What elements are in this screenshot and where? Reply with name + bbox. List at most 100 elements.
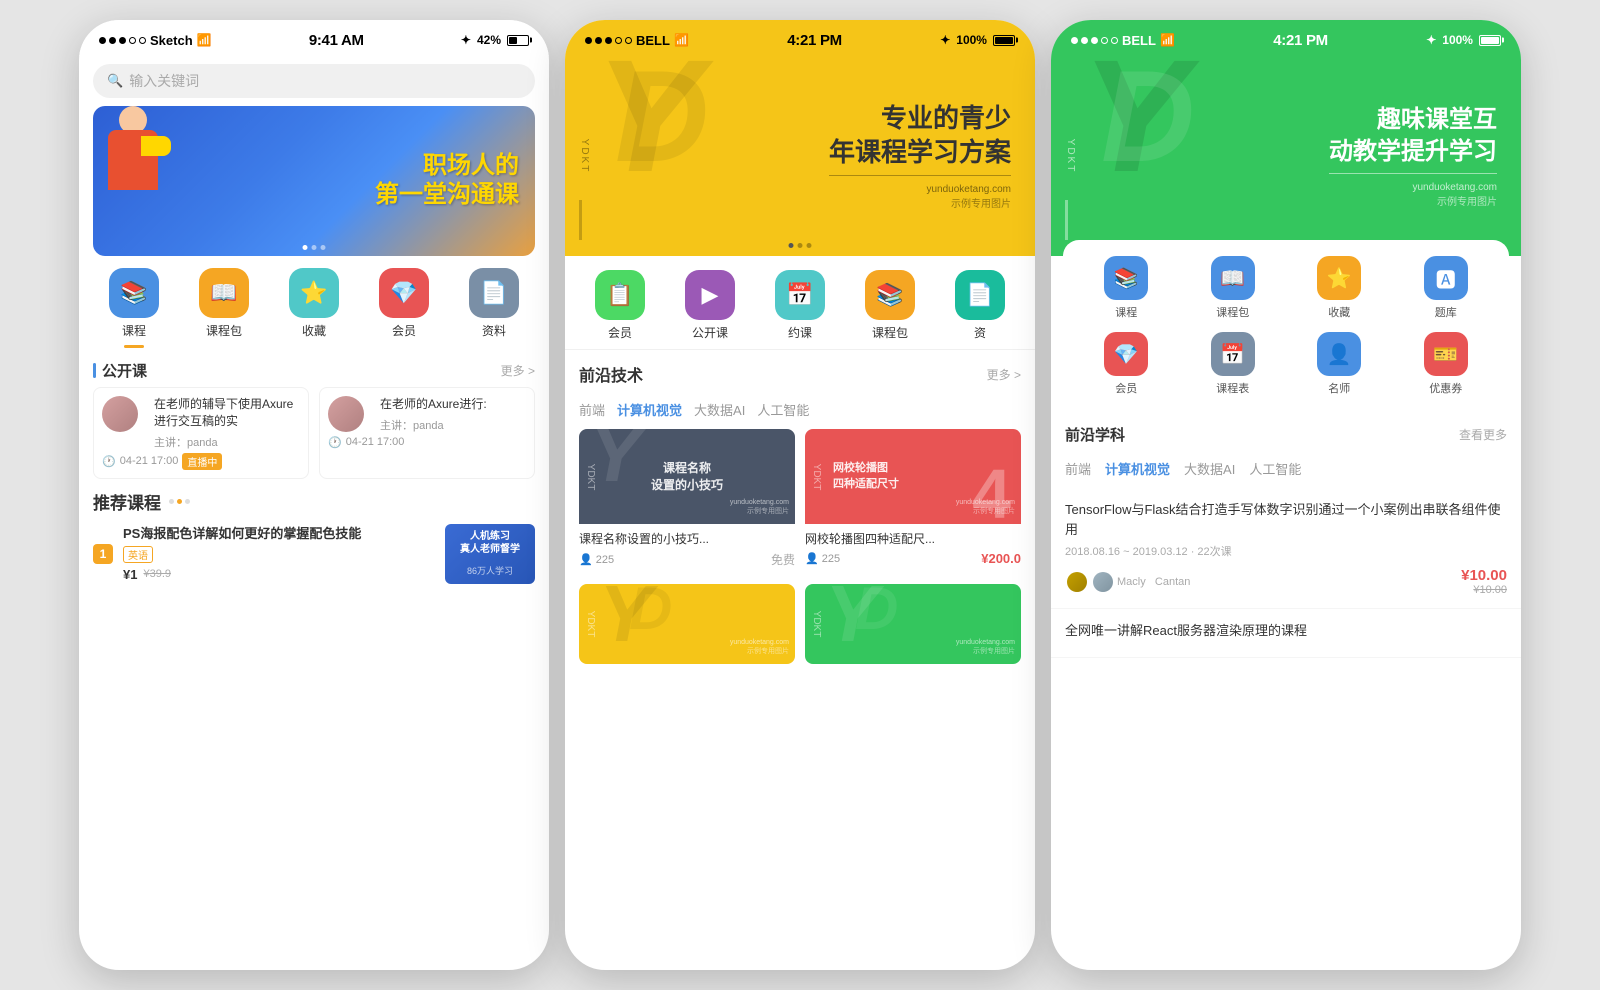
p2-icon-label-pkg: 课程包: [872, 324, 908, 341]
thumb-url-2: yunduoketang.com: [956, 499, 1015, 506]
course-list-item-2[interactable]: 全网唯一讲解React服务器渲染原理的课程: [1051, 609, 1521, 658]
p3-more[interactable]: 查看更多: [1459, 426, 1507, 443]
icon-item-package[interactable]: 📖 课程包: [194, 268, 254, 348]
p3-icon-course[interactable]: 📚 课程: [1091, 256, 1161, 320]
p3-filter-tabs: 前端 计算机视觉 大数据AI 人工智能: [1051, 459, 1521, 478]
icon-item-course[interactable]: 📚 课程: [104, 268, 164, 348]
battery-fill-3: [1481, 37, 1499, 44]
card-title-1: 在老师的辅导下使用Axure进行交互稿的实: [154, 396, 300, 430]
p3-icon-pkg[interactable]: 📖 课程包: [1198, 256, 1268, 320]
p2-icon-label-member: 会员: [608, 324, 632, 341]
cli-avatar-inner-2: [1093, 572, 1113, 592]
grid-students-1: 👤 225: [579, 553, 614, 566]
icon-item-collect[interactable]: ⭐ 收藏: [284, 268, 344, 348]
phone2-content: Y D YDKT 专业的青少 年课程学习方案 yunduoketang.com …: [565, 56, 1035, 970]
card-avatar-1: [102, 396, 138, 432]
p3-icon-question[interactable]: 🅰 题库: [1411, 256, 1481, 320]
icon-label-collect: 收藏: [302, 322, 326, 339]
p2-icon-material[interactable]: 📄 资: [950, 270, 1010, 341]
signal-dot-2-3: [605, 37, 612, 44]
recommend-item-1[interactable]: 1 PS海报配色详解如何更好的掌握配色技能 英语 ¥1 ¥39.9 人机练习真人…: [93, 524, 535, 584]
p3-circle-member: 💎: [1104, 332, 1148, 376]
cli-price-new-1: ¥10.00: [1461, 567, 1507, 584]
banner-2: Y D YDKT 专业的青少 年课程学习方案 yunduoketang.com …: [565, 56, 1035, 256]
p2-icon-open[interactable]: ▶ 公开课: [680, 270, 740, 341]
thumb-sample-3: 示例专用图片: [747, 646, 789, 656]
p3-icon-member[interactable]: 💎 会员: [1091, 332, 1161, 396]
p3-icon-schedule[interactable]: 📅 课程表: [1198, 332, 1268, 396]
grid-thumb-3: YDKT Y D yunduoketang.com 示例专用图片: [579, 584, 795, 664]
cli-avatar-inner-1: [1067, 572, 1087, 592]
p3-section: 前沿学科 查看更多: [1051, 412, 1521, 459]
filter-tab-2-0[interactable]: 前端: [579, 400, 605, 419]
phone3-icon-row-1: 📚 课程 📖 课程包 ⭐ 收藏 🅰 题库: [1073, 256, 1499, 320]
p3-circle-question: 🅰: [1424, 256, 1468, 300]
filter-tab-2-2[interactable]: 大数据AI: [694, 400, 745, 419]
time-text-2: 04-21 17:00: [346, 436, 405, 448]
banner1-line1: 职场人的: [375, 152, 519, 181]
phone3-icon-row-2: 💎 会员 📅 课程表 👤 名师 🎫 优惠券: [1073, 332, 1499, 396]
bluetooth-icon-1: ✦: [461, 33, 471, 47]
grid-card-3[interactable]: YDKT Y D yunduoketang.com 示例专用图片: [579, 584, 795, 664]
rec-dot-3: [185, 499, 190, 504]
status-right-1: ✦ 42%: [461, 33, 529, 47]
p3-circle-teacher: 👤: [1317, 332, 1361, 376]
p2-icon-circle-book: 📅: [775, 270, 825, 320]
banner-person: [93, 106, 173, 226]
p3-filter-tab-0[interactable]: 前端: [1065, 459, 1091, 478]
banner2-title1: 专业的青少: [829, 102, 1011, 136]
p2-more-link[interactable]: 更多 >: [987, 366, 1021, 383]
banner3-text: 趣味课堂互 动教学提升学习 yunduoketang.com 示例专用图片: [1329, 104, 1497, 207]
grid-card-1[interactable]: YDKT Y 课程名称设置的小技巧 yunduoketang.com 示例专用图…: [579, 429, 795, 574]
banner1-dots: [303, 245, 326, 250]
course-card-2[interactable]: 在老师的Axure进行: 主讲：panda 🕐 04-21 17:00: [319, 387, 535, 479]
p2-icon-circle-pkg: 📚: [865, 270, 915, 320]
p3-icon-collect[interactable]: ⭐ 收藏: [1304, 256, 1374, 320]
filter-tab-2-1[interactable]: 计算机视觉: [617, 400, 682, 419]
p3-label-question: 题库: [1435, 304, 1457, 320]
banner2-line: [579, 200, 582, 240]
p2-icon-member[interactable]: 📋 会员: [590, 270, 650, 341]
battery-pct-1: 42%: [477, 33, 501, 47]
p2-section-header: 前沿技术 更多 >: [579, 362, 1021, 386]
price-old: ¥39.9: [143, 568, 171, 580]
p2-icon-book[interactable]: 📅 约课: [770, 270, 830, 341]
cli-avatar-1: [1065, 570, 1089, 594]
p3-label-coupon: 优惠券: [1429, 380, 1462, 396]
signal-dot-3-1: [1071, 37, 1078, 44]
signal-dot-3: [119, 37, 126, 44]
course-card-1[interactable]: 在老师的辅导下使用Axure进行交互稿的实 主讲：panda 🕐 04-21 1…: [93, 387, 309, 479]
thumb-url-3: yunduoketang.com: [730, 639, 789, 646]
more-link-1[interactable]: 更多 >: [501, 362, 535, 379]
p3-icon-teacher[interactable]: 👤 名师: [1304, 332, 1374, 396]
icon-item-member[interactable]: 💎 会员: [374, 268, 434, 348]
thumb-d4: D: [855, 584, 898, 639]
recommend-section: 推荐课程 1 PS海报配色详解如何更好的掌握配色技能 英语 ¥1 ¥39.9: [79, 479, 549, 594]
thumb-sample-2: 示例专用图片: [973, 506, 1015, 516]
grid-meta-2: 👤 225 ¥200.0: [805, 551, 1021, 566]
banner2-text: 专业的青少 年课程学习方案 yunduoketang.com 示例专用图片: [829, 102, 1011, 211]
p2-icon-label-material: 资: [974, 324, 986, 341]
banner3-line: [1065, 200, 1068, 240]
grid-card-4[interactable]: YDKT Y D yunduoketang.com 示例专用图片: [805, 584, 1021, 664]
status-right-2: ✦ 100%: [940, 33, 1015, 47]
icon-label-course: 课程: [122, 322, 146, 339]
p3-filter-tab-2[interactable]: 大数据AI: [1184, 459, 1235, 478]
battery-pct-3: 100%: [1442, 33, 1473, 47]
search-bar[interactable]: 🔍 输入关键词: [93, 64, 535, 98]
grid-card-2[interactable]: YDKT 4 网校轮播图四种适配尺寸 yunduoketang.com 示例专用…: [805, 429, 1021, 574]
p3-filter-tab-3[interactable]: 人工智能: [1249, 459, 1301, 478]
p3-filter-tab-1[interactable]: 计算机视觉: [1105, 459, 1170, 478]
p2-icon-pkg[interactable]: 📚 课程包: [860, 270, 920, 341]
cli-title-1: TensorFlow与Flask结合打造手写体数字识别通过一个小案例出串联各组件…: [1065, 500, 1507, 539]
grid-title-2: 网校轮播图四种适配尺...: [805, 530, 1021, 547]
p3-icon-coupon[interactable]: 🎫 优惠券: [1411, 332, 1481, 396]
icon-label-member: 会员: [392, 322, 416, 339]
icon-item-material[interactable]: 📄 资料: [464, 268, 524, 348]
filter-tab-2-3[interactable]: 人工智能: [757, 400, 809, 419]
course-list-item-1[interactable]: TensorFlow与Flask结合打造手写体数字识别通过一个小案例出串联各组件…: [1051, 488, 1521, 609]
grid-info-1: 课程名称设置的小技巧... 👤 225 免费: [579, 524, 795, 574]
p3-circle-schedule: 📅: [1211, 332, 1255, 376]
banner2-d: D: [615, 56, 709, 181]
signal-dot-2: [109, 37, 116, 44]
